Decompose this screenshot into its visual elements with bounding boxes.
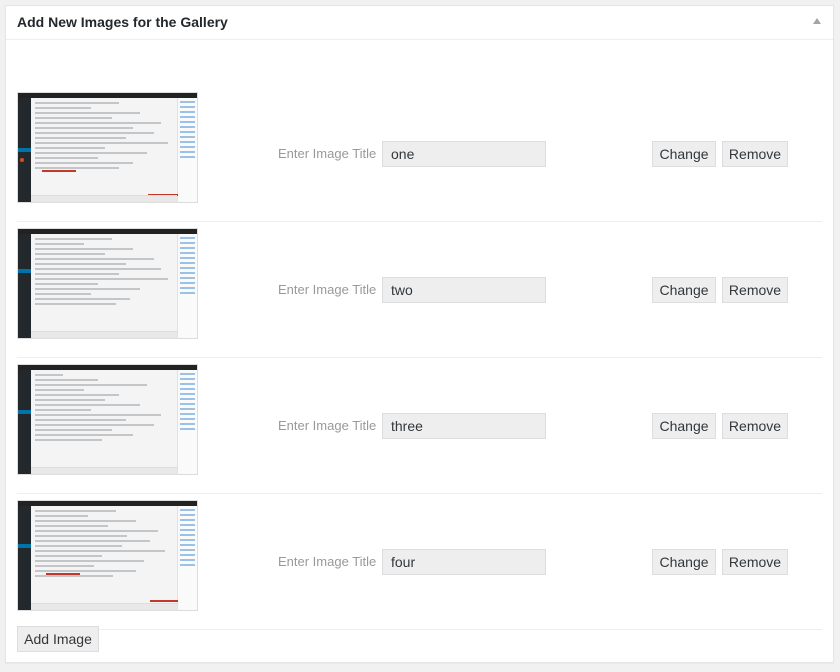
metabox-header[interactable]: Add New Images for the Gallery: [6, 6, 833, 40]
image-thumbnail: [17, 364, 198, 475]
remove-button[interactable]: Remove: [722, 277, 788, 303]
gallery-metabox: Add New Images for the Gallery Enter Ima…: [5, 5, 834, 663]
remove-button[interactable]: Remove: [722, 549, 788, 575]
image-row: Enter Image Title Change Remove: [17, 358, 822, 494]
change-button[interactable]: Change: [652, 277, 716, 303]
image-title-label: Enter Image Title: [278, 554, 377, 569]
remove-button[interactable]: Remove: [722, 141, 788, 167]
image-title-input[interactable]: [382, 277, 546, 303]
image-row: Enter Image Title Change Remove: [17, 86, 822, 222]
image-title-label: Enter Image Title: [278, 146, 377, 161]
image-row: Enter Image Title Change Remove: [17, 494, 822, 630]
image-title-input[interactable]: [382, 141, 546, 167]
image-thumbnail: [17, 500, 198, 611]
image-title-label: Enter Image Title: [278, 282, 377, 297]
image-title-input[interactable]: [382, 549, 546, 575]
image-title-label: Enter Image Title: [278, 418, 377, 433]
metabox-title: Add New Images for the Gallery: [17, 14, 228, 30]
change-button[interactable]: Change: [652, 413, 716, 439]
toggle-arrow-icon[interactable]: [813, 18, 821, 24]
image-row: Enter Image Title Change Remove: [17, 222, 822, 358]
image-thumbnail: [17, 228, 198, 339]
image-thumbnail: [17, 92, 198, 203]
add-image-button[interactable]: Add Image: [17, 626, 99, 652]
change-button[interactable]: Change: [652, 141, 716, 167]
image-title-input[interactable]: [382, 413, 546, 439]
image-rows: Enter Image Title Change Remove Enter Im…: [17, 86, 822, 630]
change-button[interactable]: Change: [652, 549, 716, 575]
remove-button[interactable]: Remove: [722, 413, 788, 439]
